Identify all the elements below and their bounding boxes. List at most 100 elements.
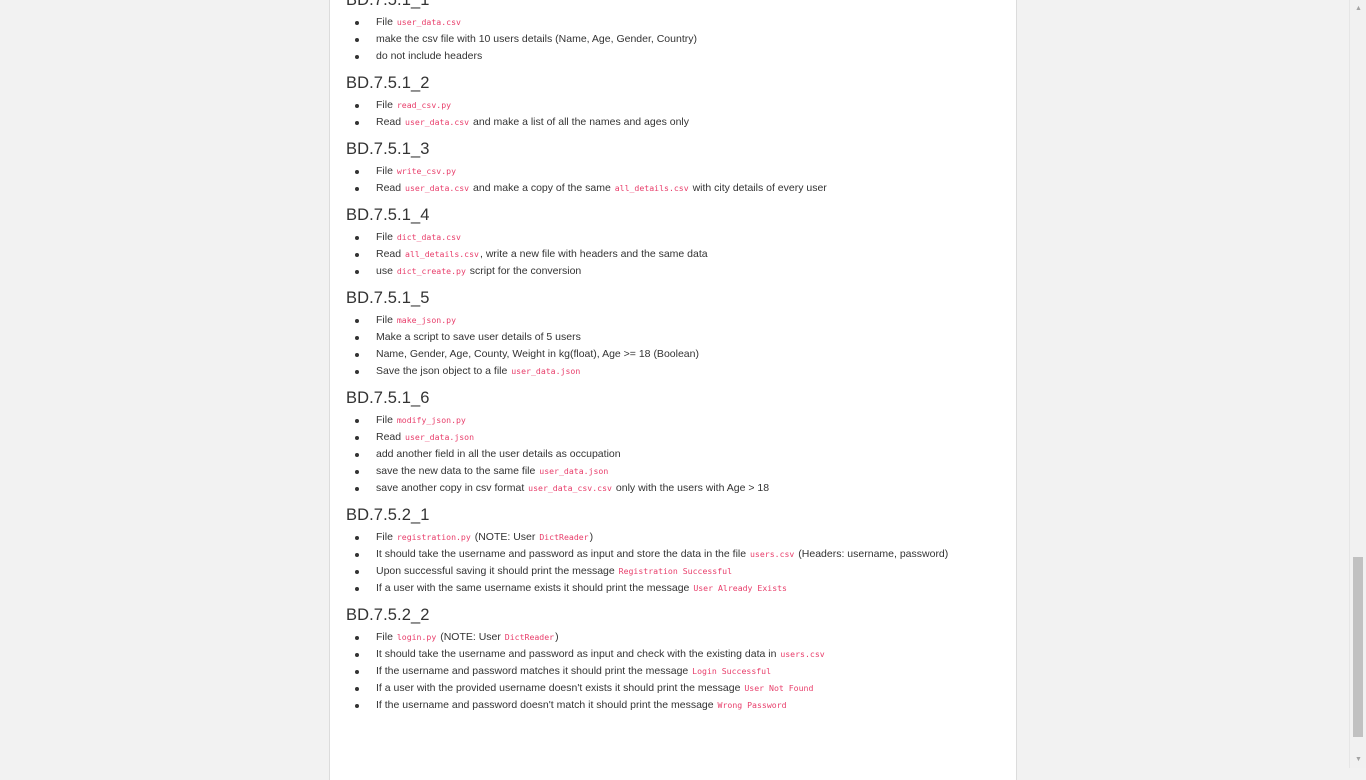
list-item: It should take the username and password…: [355, 546, 1000, 563]
inline-code: DictReader: [539, 532, 589, 542]
list-item: File user_data.csv: [355, 14, 1000, 31]
item-text: , write a new file with headers and the …: [479, 248, 708, 260]
item-text: save another copy in csv format: [376, 482, 528, 494]
item-text: ): [555, 631, 559, 643]
task-list: File modify_json.py Read user_data.jsonad…: [346, 412, 1000, 497]
list-item: If a user with the provided username doe…: [355, 680, 1000, 697]
inline-code: users.csv: [750, 549, 795, 559]
list-item: Upon successful saving it should print t…: [355, 563, 1000, 580]
item-text: It should take the username and password…: [376, 548, 749, 560]
scroll-up-icon[interactable]: ▲: [1350, 0, 1366, 17]
item-text: Save the json object to a file: [376, 365, 511, 377]
task-list: File user_data.csv make the csv file with…: [346, 14, 1000, 65]
item-text: Read: [376, 248, 405, 260]
inline-code: user_data.json: [511, 366, 581, 376]
list-item: File registration.py (NOTE: User DictRea…: [355, 529, 1000, 546]
inline-code: user_data_csv.csv: [528, 483, 612, 493]
section-heading: BD.7.5.1_6: [346, 389, 430, 407]
item-text: do not include headers: [376, 50, 483, 62]
list-item: File login.py (NOTE: User DictReader): [355, 629, 1000, 646]
inline-code: dict_data.csv: [396, 232, 461, 242]
task-list: File write_csv.py Read user_data.csv and …: [346, 163, 1000, 197]
item-text: If the username and password matches it …: [376, 665, 692, 677]
task-list: File make_json.py Make a script to save u…: [346, 312, 1000, 380]
list-item: File write_csv.py: [355, 163, 1000, 180]
item-text: File: [376, 631, 396, 643]
item-text: File: [376, 165, 396, 177]
task-list: File read_csv.py Read user_data.csv and m…: [346, 97, 1000, 131]
section-heading: BD.7.5.1_5: [346, 289, 430, 307]
scrollbar-thumb[interactable]: [1353, 557, 1363, 737]
item-text: File: [376, 231, 396, 243]
inline-code: DictReader: [504, 632, 555, 642]
item-text: (Headers: username, password): [795, 548, 949, 560]
item-text: If the username and password doesn't mat…: [376, 699, 717, 711]
item-text: File: [376, 414, 396, 426]
section-heading: BD.7.5.2_1: [346, 506, 430, 524]
item-text: It should take the username and password…: [376, 648, 780, 660]
item-text: (NOTE: User: [471, 531, 539, 543]
item-text: and make a list of all the names and age…: [470, 116, 690, 128]
item-text: script for the conversion: [466, 265, 582, 277]
task-section: BD.7.5.1_2 File read_csv.py Read user_data…: [346, 73, 1000, 131]
inline-code: all_details.csv: [614, 183, 689, 193]
section-heading: BD.7.5.1_1: [346, 0, 430, 9]
list-item: It should take the username and password…: [355, 646, 1000, 663]
inline-code: Wrong Password: [717, 700, 787, 710]
task-section: BD.7.5.2_1 File registration.py (NOTE: Us…: [346, 505, 1000, 597]
item-text: File: [376, 99, 396, 111]
inline-code: registration.py: [396, 532, 471, 542]
inline-code: all_details.csv: [405, 249, 479, 259]
vertical-scrollbar[interactable]: ▲ ▼: [1349, 0, 1366, 768]
list-item: If a user with the same username exists …: [355, 580, 1000, 597]
document-page: BD.7.5.1_1 File user_data.csv make the csv…: [329, 0, 1017, 780]
inline-code: User Not Found: [744, 683, 814, 693]
item-text: use: [376, 265, 396, 277]
item-text: If a user with the provided username doe…: [376, 682, 744, 694]
list-item: add another field in all the user detail…: [355, 446, 1000, 463]
task-section: BD.7.5.1_6 File modify_json.py Read user_d…: [346, 388, 1000, 497]
scroll-down-icon[interactable]: ▼: [1350, 751, 1366, 768]
section-heading: BD.7.5.1_2: [346, 74, 430, 92]
inline-code: Registration Successful: [618, 566, 733, 576]
inline-code: user_data.json: [539, 466, 609, 476]
inline-code: modify_json.py: [396, 415, 466, 425]
item-text: save the new data to the same file: [376, 465, 539, 477]
section-heading: BD.7.5.2_2: [346, 606, 430, 624]
list-item: do not include headers: [355, 48, 1000, 65]
list-item: Read user_data.json: [355, 429, 1000, 446]
list-item: Save the json object to a file user_data…: [355, 363, 1000, 380]
list-item: Read user_data.csv and make a copy of th…: [355, 180, 1000, 197]
task-section: BD.7.5.2_2 File login.py (NOTE: User Dict…: [346, 605, 1000, 714]
list-item: File read_csv.py: [355, 97, 1000, 114]
list-item: Name, Gender, Age, County, Weight in kg(…: [355, 346, 1000, 363]
list-item: File make_json.py: [355, 312, 1000, 329]
item-text: Make a script to save user details of 5 …: [376, 331, 581, 343]
item-text: only with the users with Age > 18: [612, 482, 770, 494]
inline-code: write_csv.py: [396, 166, 456, 176]
task-section: BD.7.5.1_5 File make_json.py Make a script…: [346, 288, 1000, 380]
item-text: Upon successful saving it should print t…: [376, 565, 618, 577]
task-list: File login.py (NOTE: User DictReader) It …: [346, 629, 1000, 714]
item-text: Read: [376, 182, 405, 194]
item-text: File: [376, 16, 396, 28]
task-list: File dict_data.csv Read all_details.csv, …: [346, 229, 1000, 280]
list-item: Read all_details.csv, write a new file w…: [355, 246, 1000, 263]
list-item: Read user_data.csv and make a list of al…: [355, 114, 1000, 131]
item-text: If a user with the same username exists …: [376, 582, 693, 594]
inline-code: user_data.json: [405, 432, 475, 442]
inline-code: login.py: [396, 632, 437, 642]
task-section: BD.7.5.1_4 File dict_data.csv Read all_det…: [346, 205, 1000, 280]
item-text: with city details of every user: [689, 182, 827, 194]
item-text: and make a copy of the same: [470, 182, 614, 194]
item-text: File: [376, 314, 396, 326]
item-text: Name, Gender, Age, County, Weight in kg(…: [376, 348, 699, 360]
list-item: save the new data to the same file user_…: [355, 463, 1000, 480]
section-heading: BD.7.5.1_3: [346, 140, 430, 158]
inline-code: user_data.csv: [405, 117, 470, 127]
inline-code: Login Successful: [692, 666, 772, 676]
item-text: add another field in all the user detail…: [376, 448, 621, 460]
list-item: If the username and password doesn't mat…: [355, 697, 1000, 714]
list-item: File dict_data.csv: [355, 229, 1000, 246]
list-item: Make a script to save user details of 5 …: [355, 329, 1000, 346]
